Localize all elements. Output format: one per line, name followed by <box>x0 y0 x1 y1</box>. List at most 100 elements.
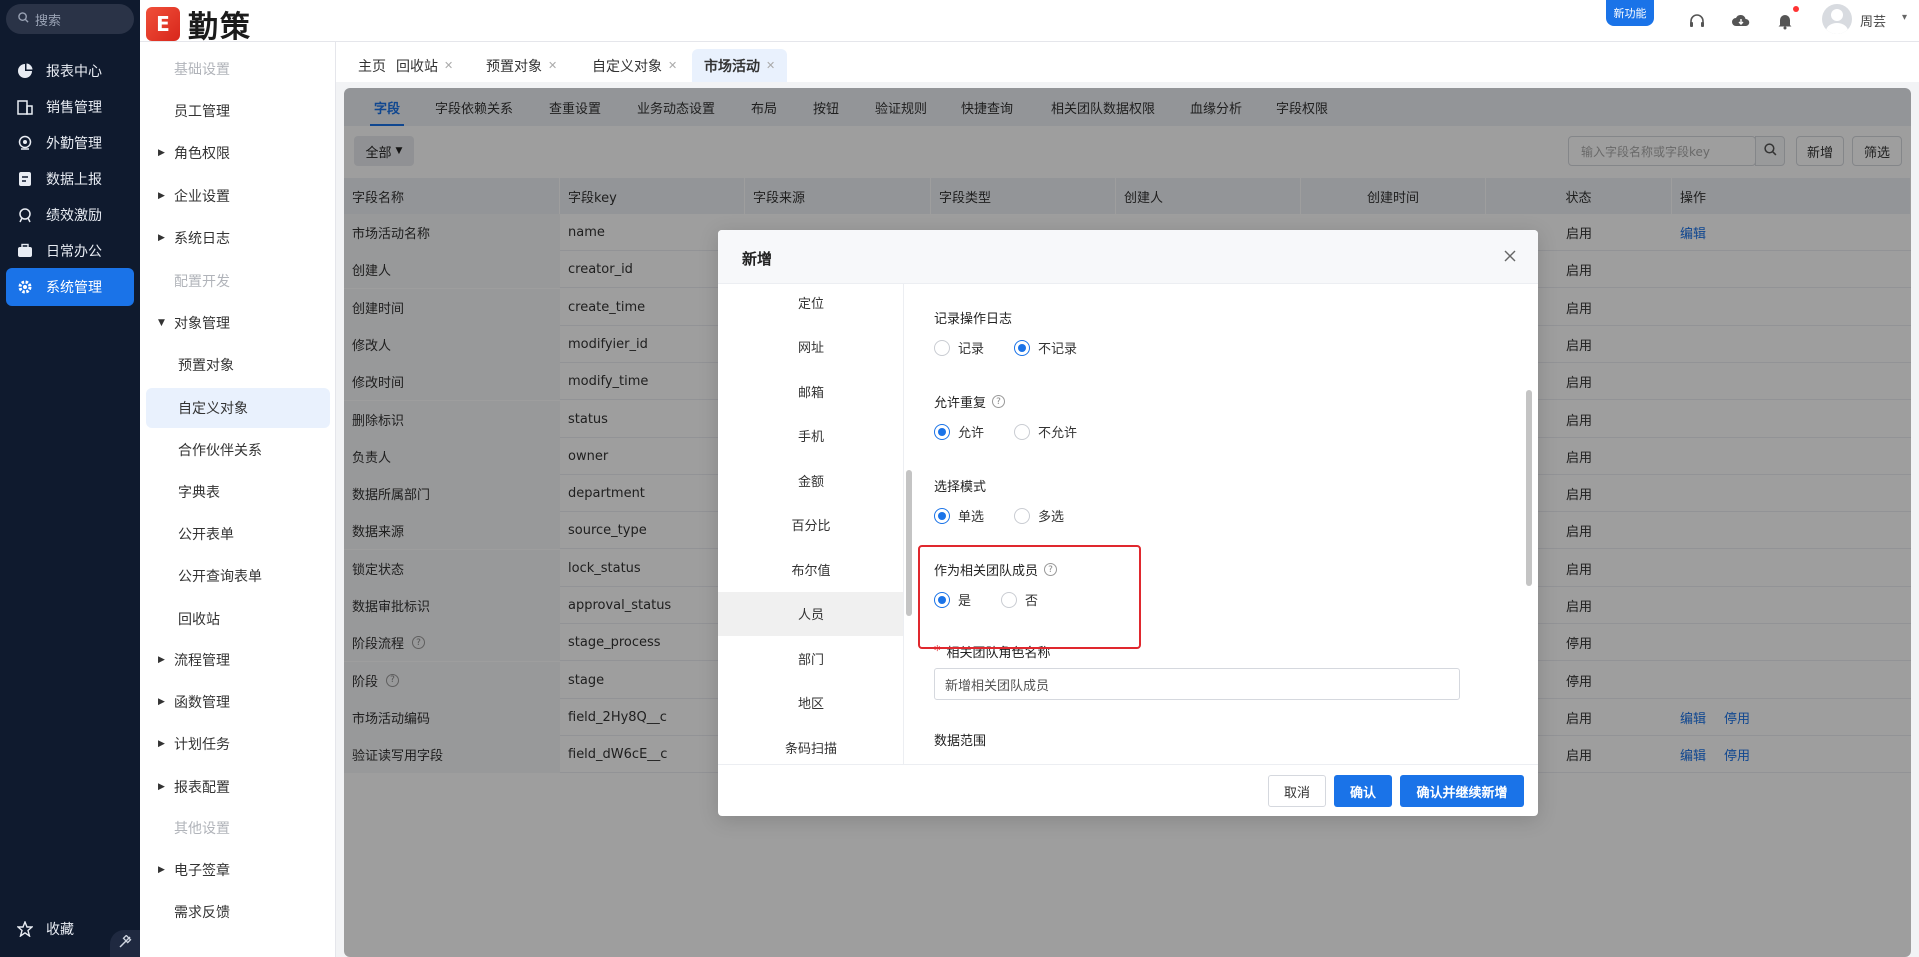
side-item[interactable]: ▶ 函数管理 <box>146 682 330 722</box>
caret-down-icon: ▼ <box>158 318 165 328</box>
side-group-header: 其他设置 <box>146 808 330 848</box>
cancel-button[interactable]: 取消 <box>1268 775 1326 807</box>
field-type-item[interactable]: 网址 <box>718 325 903 369</box>
radio-icon <box>1014 507 1031 524</box>
chevron-down-icon[interactable]: ▾ <box>1902 12 1907 23</box>
nav-item-3[interactable]: 数据上报 <box>6 160 134 198</box>
location-icon <box>16 134 34 152</box>
radio-checked-icon <box>934 423 950 440</box>
side-item[interactable]: 员工管理 <box>146 91 330 131</box>
page-tab-label: 自定义对象 <box>592 58 662 75</box>
field-type-item[interactable]: 部门 <box>718 636 903 680</box>
duplicate-radio-group: 允许 不允许 <box>934 422 1099 441</box>
type-list-scrollbar[interactable] <box>906 470 912 616</box>
radio-checked-icon <box>934 507 950 524</box>
role-name-input[interactable]: 新增相关团队成员 <box>934 668 1460 700</box>
caret-right-icon: ▶ <box>158 148 165 158</box>
page-tab[interactable]: 预置对象 ✕ <box>474 49 569 82</box>
field-config-form: 记录操作日志 记录 不记录 允许重复? 允许 不允许 选择模式 单选 多选 作为… <box>918 284 1522 764</box>
caret-right-icon: ▶ <box>158 739 165 749</box>
nav-item-5[interactable]: 日常办公 <box>6 232 134 270</box>
nav-item-label: 日常办公 <box>46 244 102 260</box>
headset-icon[interactable] <box>1686 10 1708 32</box>
field-type-item[interactable]: 定位 <box>718 284 903 324</box>
nav-item-label: 报表中心 <box>46 64 102 80</box>
field-type-item[interactable]: 条码扫描 <box>718 725 903 764</box>
field-type-item[interactable]: 百分比 <box>718 503 903 547</box>
field-type-item[interactable]: 金额 <box>718 458 903 502</box>
duplicate-option-deny[interactable]: 不允许 <box>1014 422 1077 441</box>
confirm-continue-button[interactable]: 确认并继续新增 <box>1400 775 1524 807</box>
side-item[interactable]: 公开表单 <box>146 514 330 554</box>
confirm-button[interactable]: 确认 <box>1334 775 1392 807</box>
side-item[interactable]: ▼ 对象管理 <box>146 303 330 343</box>
side-item[interactable]: ▶ 电子签章 <box>146 850 330 890</box>
nav-search-placeholder: 搜索 <box>35 13 62 29</box>
close-icon[interactable]: ✕ <box>668 59 677 72</box>
cloud-download-icon[interactable] <box>1730 10 1752 32</box>
side-item[interactable]: 合作伙伴关系 <box>146 430 330 470</box>
data-range-label: 数据范围 <box>934 734 987 749</box>
modal-title: 新增 <box>742 250 773 268</box>
side-item[interactable]: ▶ 流程管理 <box>146 640 330 680</box>
nav-item-0[interactable]: 报表中心 <box>6 52 134 90</box>
side-item[interactable]: 字典表 <box>146 472 330 512</box>
side-item[interactable]: 回收站 <box>146 599 330 639</box>
side-item-label: 需求反馈 <box>174 905 230 921</box>
collapse-pin-button[interactable] <box>110 930 140 957</box>
side-item[interactable]: ▶ 企业设置 <box>146 176 330 216</box>
log-option-record[interactable]: 记录 <box>934 338 984 357</box>
username[interactable]: 周芸 <box>1860 11 1886 30</box>
close-icon[interactable]: ✕ <box>548 59 557 72</box>
page-tab[interactable]: 市场活动 ✕ <box>692 49 788 82</box>
field-type-item[interactable]: 地区 <box>718 681 903 725</box>
nav-item-6[interactable]: 系统管理 <box>6 268 134 306</box>
main-nav: 搜索 报表中心 销售管理 外勤管理 数据上报 绩效激励 日常办公 系统管理 收藏 <box>0 0 140 957</box>
highlight-annotation <box>918 545 1141 649</box>
avatar[interactable] <box>1822 4 1852 34</box>
side-item[interactable]: ▶ 计划任务 <box>146 724 330 764</box>
close-icon[interactable]: ✕ <box>766 59 775 72</box>
nav-item-4[interactable]: 绩效激励 <box>6 196 134 234</box>
page-tab-label: 回收站 <box>396 58 438 75</box>
side-item[interactable]: 自定义对象 <box>146 388 330 428</box>
caret-right-icon: ▶ <box>158 697 165 707</box>
side-item-label: 函数管理 <box>174 695 230 711</box>
select-mode-multi[interactable]: 多选 <box>1014 506 1064 525</box>
notification-dot <box>1793 6 1799 12</box>
field-type-item[interactable]: 布尔值 <box>718 547 903 591</box>
page-tab[interactable]: 回收站 ✕ <box>384 49 465 82</box>
help-icon[interactable]: ? <box>992 395 1006 408</box>
side-item[interactable]: ▶ 系统日志 <box>146 218 330 258</box>
side-item[interactable]: 需求反馈 <box>146 892 330 932</box>
side-item[interactable]: ▶ 报表配置 <box>146 767 330 807</box>
side-item-label: 对象管理 <box>174 316 230 332</box>
report-icon <box>16 170 34 188</box>
search-icon <box>18 11 29 27</box>
page-tab[interactable]: 自定义对象 ✕ <box>580 49 689 82</box>
page-tabs: 主页 回收站 ✕ 预置对象 ✕ 自定义对象 ✕ 市场活动 ✕ <box>336 42 1919 82</box>
field-type-item[interactable]: 手机 <box>718 414 903 458</box>
log-option-norecord[interactable]: 不记录 <box>1014 338 1077 357</box>
select-mode-single[interactable]: 单选 <box>934 506 984 525</box>
form-scrollbar[interactable] <box>1526 390 1532 586</box>
close-icon[interactable]: ✕ <box>444 59 453 72</box>
nav-item-2[interactable]: 外勤管理 <box>6 124 134 162</box>
field-type-item[interactable]: 人员 <box>718 591 903 636</box>
side-item[interactable]: 预置对象 <box>146 345 330 385</box>
side-item[interactable]: ▶ 角色权限 <box>146 133 330 173</box>
radio-icon <box>1014 423 1031 440</box>
side-item[interactable]: 公开查询表单 <box>146 556 330 596</box>
bell-icon[interactable] <box>1774 10 1796 32</box>
side-item-label: 字典表 <box>178 485 220 501</box>
nav-item-1[interactable]: 销售管理 <box>6 88 134 126</box>
field-type-item[interactable]: 邮箱 <box>718 369 903 413</box>
add-field-modal: 新增 定位 网址 邮箱 手机 金额 百分比 布尔值 人员 部门 地区 条码扫描 记录操作日志 记录 … <box>718 230 1538 816</box>
nav-item-label: 数据上报 <box>46 172 102 188</box>
duplicate-option-allow[interactable]: 允许 <box>934 422 984 441</box>
close-icon[interactable] <box>1500 246 1520 266</box>
brand-logo[interactable]: E 勤策 <box>146 2 252 46</box>
nav-search-input[interactable]: 搜索 <box>6 4 134 34</box>
new-feature-badge[interactable]: 新功能 <box>1606 0 1654 26</box>
side-item-label: 报表配置 <box>174 780 230 796</box>
